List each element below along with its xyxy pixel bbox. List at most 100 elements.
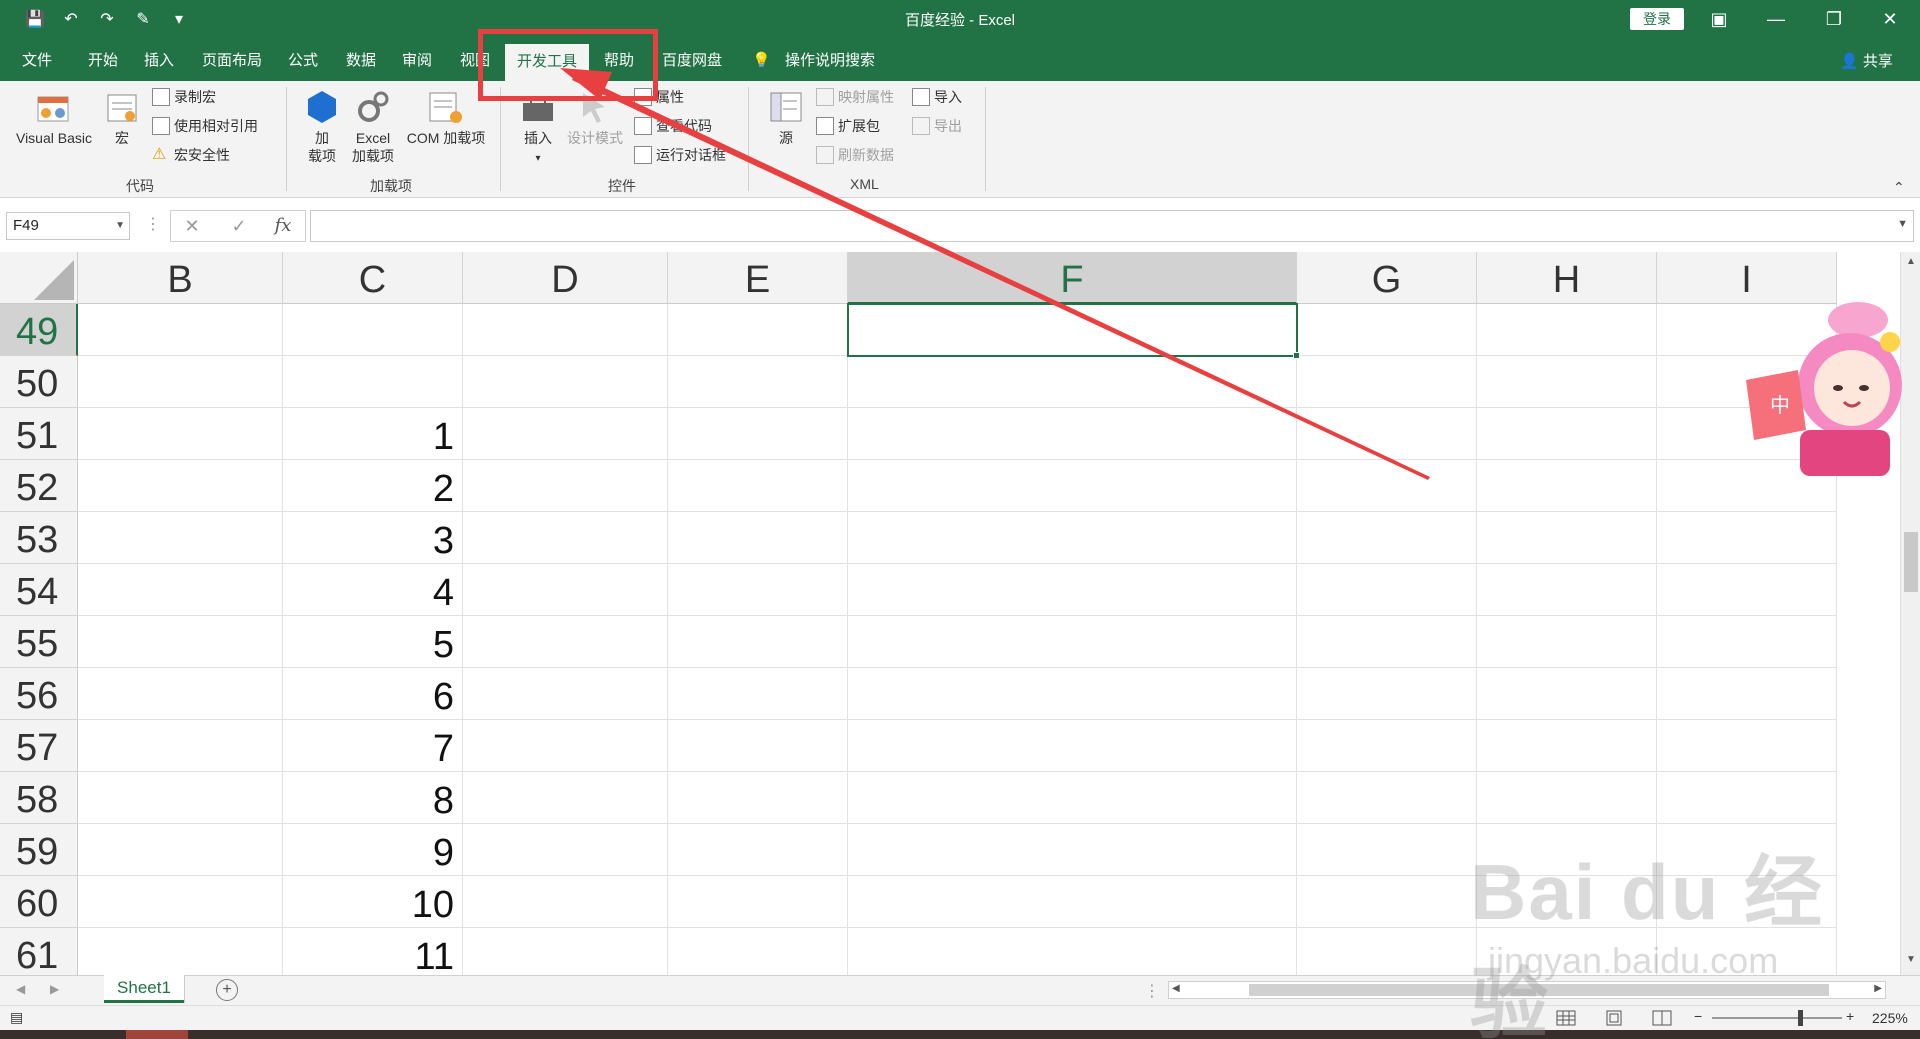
cell-d[interactable]: [463, 668, 668, 720]
tell-me-search[interactable]: 操作说明搜索: [785, 50, 875, 72]
tab-data[interactable]: 数据: [346, 50, 376, 72]
expansion-packs-button[interactable]: 扩展包: [816, 116, 880, 136]
cell-b[interactable]: [78, 668, 283, 720]
macros-button[interactable]: 宏: [102, 89, 142, 147]
cell-h[interactable]: [1477, 564, 1657, 616]
tab-page-layout[interactable]: 页面布局: [202, 50, 262, 72]
cell-h[interactable]: [1477, 616, 1657, 668]
cell-g[interactable]: [1297, 356, 1477, 408]
cell-e[interactable]: [668, 720, 848, 772]
cell-h[interactable]: [1477, 720, 1657, 772]
cell-h[interactable]: [1477, 304, 1657, 356]
restore-icon[interactable]: ❐: [1820, 6, 1848, 32]
scroll-up-icon[interactable]: ▲: [1903, 256, 1919, 272]
horizontal-scrollbar[interactable]: ◀ ▶: [1168, 981, 1886, 999]
row-header[interactable]: 56: [0, 668, 78, 720]
cell-d[interactable]: [463, 824, 668, 876]
cell-e[interactable]: [668, 304, 848, 356]
row-header[interactable]: 53: [0, 512, 78, 564]
cell-i[interactable]: [1657, 876, 1837, 928]
cell-e[interactable]: [668, 356, 848, 408]
cell-d[interactable]: [463, 512, 668, 564]
row-header[interactable]: 61: [0, 928, 78, 975]
cell-g[interactable]: [1297, 564, 1477, 616]
cell-f[interactable]: [848, 824, 1297, 876]
zoom-slider-thumb[interactable]: [1798, 1010, 1803, 1026]
cell-b[interactable]: [78, 928, 283, 975]
cell-f[interactable]: [848, 928, 1297, 975]
cell-d[interactable]: [463, 616, 668, 668]
visual-basic-button[interactable]: Visual Basic: [10, 89, 98, 147]
cell-b[interactable]: [78, 720, 283, 772]
chevron-down-icon[interactable]: ▼: [115, 213, 125, 239]
cell-g[interactable]: [1297, 720, 1477, 772]
cell-c[interactable]: [283, 356, 463, 408]
cell-c[interactable]: 8: [283, 772, 463, 824]
column-header-g[interactable]: G: [1297, 252, 1477, 304]
cell-i[interactable]: [1657, 564, 1837, 616]
sheet-tab[interactable]: Sheet1: [104, 975, 184, 1003]
cell-b[interactable]: [78, 876, 283, 928]
add-sheet-icon[interactable]: +: [216, 979, 238, 1001]
row-header[interactable]: 59: [0, 824, 78, 876]
name-box[interactable]: F49 ▼: [6, 212, 130, 240]
cell-d[interactable]: [463, 564, 668, 616]
cell-f[interactable]: [848, 356, 1297, 408]
cell-d[interactable]: [463, 772, 668, 824]
cell-b[interactable]: [78, 564, 283, 616]
share-button[interactable]: 👤 共享: [1840, 50, 1893, 71]
row-header[interactable]: 55: [0, 616, 78, 668]
insert-function-button[interactable]: fx: [268, 212, 298, 240]
refresh-data-button[interactable]: 刷新数据: [816, 145, 894, 165]
column-header-h[interactable]: H: [1477, 252, 1657, 304]
cell-f[interactable]: [848, 876, 1297, 928]
column-header-e[interactable]: E: [668, 252, 848, 304]
row-header[interactable]: 50: [0, 356, 78, 408]
cell-f[interactable]: [848, 668, 1297, 720]
cell-c[interactable]: 3: [283, 512, 463, 564]
cell-h[interactable]: [1477, 668, 1657, 720]
cell-c[interactable]: 1: [283, 408, 463, 460]
horizontal-scroll-thumb[interactable]: [1249, 984, 1829, 996]
cell-e[interactable]: [668, 772, 848, 824]
cell-f[interactable]: [848, 772, 1297, 824]
cell-c[interactable]: 11: [283, 928, 463, 975]
cell-c[interactable]: 7: [283, 720, 463, 772]
relative-reference-button[interactable]: 使用相对引用: [152, 116, 258, 136]
cell-e[interactable]: [668, 668, 848, 720]
cell-d[interactable]: [463, 876, 668, 928]
cell-b[interactable]: [78, 304, 283, 356]
xml-export-button[interactable]: 导出: [912, 116, 962, 136]
tell-me-icon[interactable]: 💡: [752, 50, 771, 72]
cell-c[interactable]: 10: [283, 876, 463, 928]
cancel-icon[interactable]: ✕: [177, 212, 207, 240]
cell-b[interactable]: [78, 772, 283, 824]
tab-file[interactable]: 文件: [22, 50, 52, 72]
minimize-icon[interactable]: —: [1762, 6, 1790, 32]
cell-g[interactable]: [1297, 304, 1477, 356]
record-macro-button[interactable]: 录制宏: [152, 87, 216, 107]
scroll-right-icon[interactable]: ▶: [1874, 983, 1882, 994]
column-header-c[interactable]: C: [283, 252, 463, 304]
cell-g[interactable]: [1297, 824, 1477, 876]
cell-e[interactable]: [668, 460, 848, 512]
page-break-view-icon[interactable]: [1650, 1009, 1674, 1027]
normal-view-icon[interactable]: [1554, 1009, 1578, 1027]
cell-f[interactable]: [848, 564, 1297, 616]
prev-sheet-icon[interactable]: ◀: [16, 982, 25, 996]
cell-d[interactable]: [463, 460, 668, 512]
cell-h[interactable]: [1477, 876, 1657, 928]
cell-i[interactable]: [1657, 668, 1837, 720]
addins-button[interactable]: 加 载项: [300, 89, 344, 165]
cell-f[interactable]: [848, 720, 1297, 772]
zoom-out-icon[interactable]: −: [1694, 1008, 1702, 1024]
cell-f[interactable]: [848, 512, 1297, 564]
row-header[interactable]: 51: [0, 408, 78, 460]
cell-d[interactable]: [463, 928, 668, 975]
formula-input[interactable]: [310, 210, 1914, 242]
macro-security-button[interactable]: ⚠ 宏安全性: [152, 145, 230, 165]
cell-f[interactable]: [848, 616, 1297, 668]
worksheet-grid[interactable]: BCDEFGHI 49 50 51 1 52 2 53 3 54 4 55 5 56 6 57 7 58 8 59 9…: [0, 252, 1900, 975]
cell-i[interactable]: [1657, 512, 1837, 564]
cell-g[interactable]: [1297, 616, 1477, 668]
